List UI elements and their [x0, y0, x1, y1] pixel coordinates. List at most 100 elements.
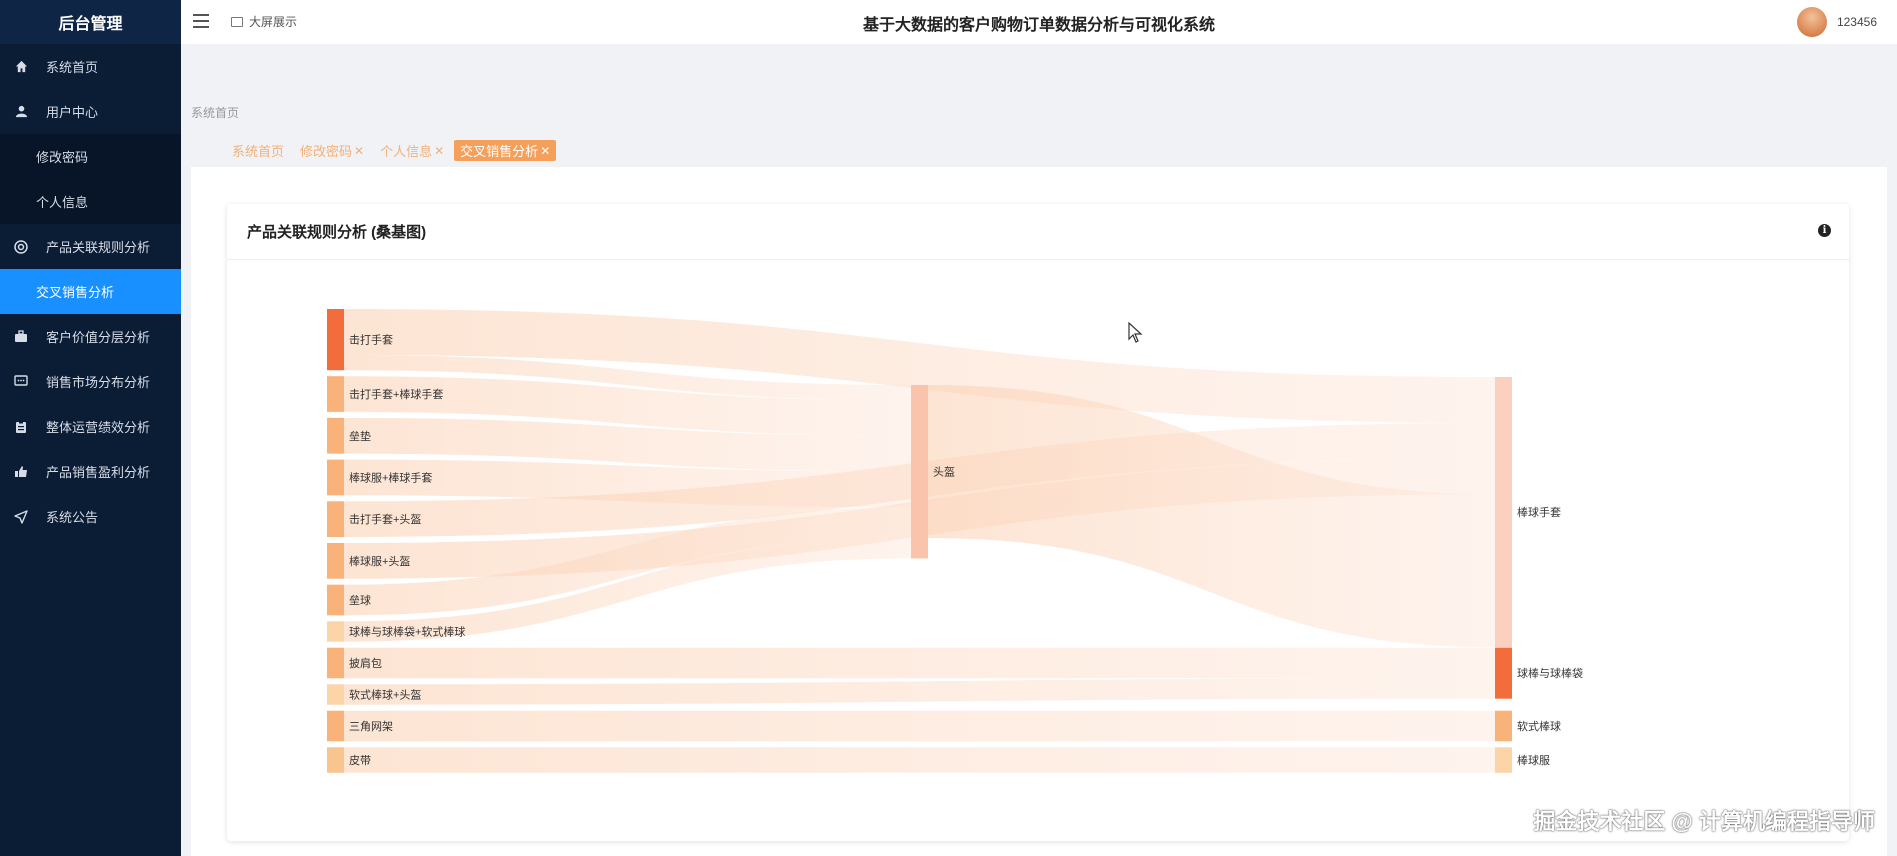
menu-toggle-icon[interactable] — [193, 14, 209, 28]
chart-card: 产品关联规则分析 (桑基图) i 击打手套击打手套+棒球手套 垒垫棒球服+棒球手套… — [227, 204, 1849, 841]
sankey-node-label: 击打手套+棒球手套 — [349, 387, 443, 401]
watermark: 掘金技术社区 @ 计算机编程指导师 — [1533, 809, 1875, 834]
big-screen-label: 大屏展示 — [249, 15, 298, 29]
avatar[interactable] — [1796, 7, 1827, 37]
sankey-node-label: 棒球服+头盔 — [349, 554, 410, 568]
tab-label: 修改密码 — [300, 144, 353, 159]
tab-1[interactable]: 修改密码 ✕ — [294, 140, 370, 161]
sidebar-item-0[interactable]: 系统首页 — [0, 44, 181, 89]
sankey-node[interactable] — [327, 417, 344, 454]
monitor-icon — [231, 16, 243, 27]
sidebar-item-2[interactable]: 修改密码 — [0, 134, 181, 179]
clipboard-icon — [14, 420, 28, 434]
sidebar-item-label: 销售市场分布分析 — [46, 375, 151, 390]
sankey-node-label: 棒球手套 — [1517, 505, 1561, 519]
tab-label: 系统首页 — [232, 144, 285, 159]
sidebar-item-10[interactable]: 系统公告 — [0, 494, 181, 539]
sankey-node-label: 球棒与球棒袋 — [1517, 666, 1583, 680]
sankey-node-label: 头盔 — [933, 465, 955, 479]
tab-label: 交叉销售分析 — [460, 144, 539, 159]
send-icon — [14, 509, 28, 524]
card-header: 产品关联规则分析 (桑基图) i — [227, 204, 1849, 260]
sankey-node[interactable] — [327, 621, 344, 642]
sankey-node-label: 披肩包 — [349, 656, 382, 670]
sidebar-item-label: 用户中心 — [46, 105, 99, 120]
sankey-node[interactable] — [911, 385, 928, 559]
sankey-node[interactable] — [327, 747, 344, 773]
tab-label: 个人信息 — [380, 144, 433, 159]
tab-0[interactable]: 系统首页 — [226, 140, 290, 161]
username[interactable]: 123456 — [1837, 15, 1877, 29]
sankey-node[interactable] — [327, 376, 344, 412]
breadcrumb[interactable]: 系统首页 — [191, 104, 239, 121]
sankey-node[interactable] — [1495, 710, 1512, 742]
tab-bar: 系统首页 修改密码 ✕ 个人信息 ✕ 交叉销售分析 ✕ — [226, 140, 560, 161]
sidebar-item-5[interactable]: 交叉销售分析 — [0, 269, 181, 314]
sidebar-item-3[interactable]: 个人信息 — [0, 179, 181, 224]
sidebar-item-label: 客户价值分层分析 — [46, 330, 151, 345]
sidebar-item-label: 产品关联规则分析 — [46, 240, 151, 255]
sidebar-item-label: 系统公告 — [46, 510, 99, 525]
sankey-node[interactable] — [327, 459, 344, 496]
user-menu[interactable]: 123456 — [1796, 7, 1877, 37]
tab-3[interactable]: 交叉销售分析 ✕ — [454, 140, 557, 161]
sankey-link[interactable] — [344, 710, 1495, 742]
sankey-node-label: 垒球 — [349, 593, 371, 607]
sankey-node[interactable] — [327, 543, 344, 579]
lifebuoy-icon — [14, 239, 28, 254]
sankey-node[interactable] — [1495, 647, 1512, 699]
sankey-node[interactable] — [327, 584, 344, 616]
sidebar: 后台管理 系统首页用户中心修改密码个人信息产品关联规则分析交叉销售分析客户价值分… — [0, 0, 181, 856]
sankey-node-label: 击打手套+头盔 — [349, 512, 421, 526]
sankey-link[interactable] — [344, 647, 1495, 679]
home-icon — [14, 60, 28, 74]
thumbs-up-icon — [14, 465, 28, 479]
close-icon[interactable]: ✕ — [354, 144, 364, 158]
sankey-node-label: 棒球服 — [1517, 753, 1550, 767]
sidebar-item-label: 产品销售盈利分析 — [46, 465, 151, 480]
sankey-node-label: 三角网架 — [349, 720, 393, 733]
sankey-node-label: 软式棒球 — [1517, 719, 1561, 733]
sankey-node[interactable] — [327, 684, 344, 705]
close-icon[interactable]: ✕ — [540, 144, 550, 158]
sankey-node[interactable] — [327, 710, 344, 742]
sankey-node-label: 棒球服+棒球手套 — [349, 470, 432, 484]
sankey-node[interactable] — [1495, 747, 1512, 773]
sidebar-item-6[interactable]: 客户价值分层分析 — [0, 314, 181, 359]
sankey-node[interactable] — [327, 501, 344, 537]
brand-title: 后台管理 — [0, 0, 181, 44]
sankey-chart: 击打手套击打手套+棒球手套垒垫棒球服+棒球手套击打手套+头盔棒球服+头盔垒球球棒… — [327, 309, 1583, 773]
briefcase-icon — [14, 330, 28, 344]
sidebar-item-label: 修改密码 — [36, 150, 89, 165]
sankey-node[interactable] — [327, 309, 344, 371]
info-icon[interactable]: i — [1818, 224, 1831, 237]
sankey-node-label: 球棒与球棒袋+软式棒球 — [349, 625, 465, 639]
sidebar-item-label: 系统首页 — [46, 60, 99, 75]
sankey-node-label: 击打手套 — [349, 333, 393, 347]
tab-2[interactable]: 个人信息 ✕ — [374, 140, 450, 161]
big-screen-link[interactable]: 大屏展示 — [231, 13, 297, 30]
sidebar-item-8[interactable]: 整体运营绩效分析 — [0, 404, 181, 449]
sankey-node-label: 皮带 — [349, 754, 371, 767]
sidebar-item-7[interactable]: 销售市场分布分析 — [0, 359, 181, 404]
message-icon — [14, 375, 28, 389]
sidebar-item-4[interactable]: 产品关联规则分析 — [0, 224, 181, 269]
sankey-node[interactable] — [1495, 377, 1512, 648]
sidebar-menu: 系统首页用户中心修改密码个人信息产品关联规则分析交叉销售分析客户价值分层分析 销售… — [0, 44, 181, 539]
sankey-node-label: 垒垫 — [349, 429, 371, 443]
sidebar-item-label: 交叉销售分析 — [36, 285, 115, 300]
page-title: 基于大数据的客户购物订单数据分析与可视化系统 — [862, 17, 1215, 34]
sankey-link[interactable] — [344, 678, 1495, 705]
sankey-node-label: 软式棒球+头盔 — [349, 688, 421, 702]
user-icon — [14, 105, 28, 119]
top-header: 大屏展示 基于大数据的客户购物订单数据分析与可视化系统 123456 — [181, 0, 1897, 44]
sankey-link[interactable] — [344, 747, 1495, 773]
sidebar-item-1[interactable]: 用户中心 — [0, 89, 181, 134]
sidebar-item-label: 整体运营绩效分析 — [46, 420, 151, 435]
sidebar-item-9[interactable]: 产品销售盈利分析 — [0, 449, 181, 494]
sankey-node[interactable] — [327, 647, 344, 679]
close-icon[interactable]: ✕ — [434, 144, 444, 158]
card-title: 产品关联规则分析 (桑基图) — [247, 224, 427, 241]
sidebar-item-label: 个人信息 — [36, 195, 89, 210]
mouse-cursor-icon — [1128, 322, 1143, 343]
